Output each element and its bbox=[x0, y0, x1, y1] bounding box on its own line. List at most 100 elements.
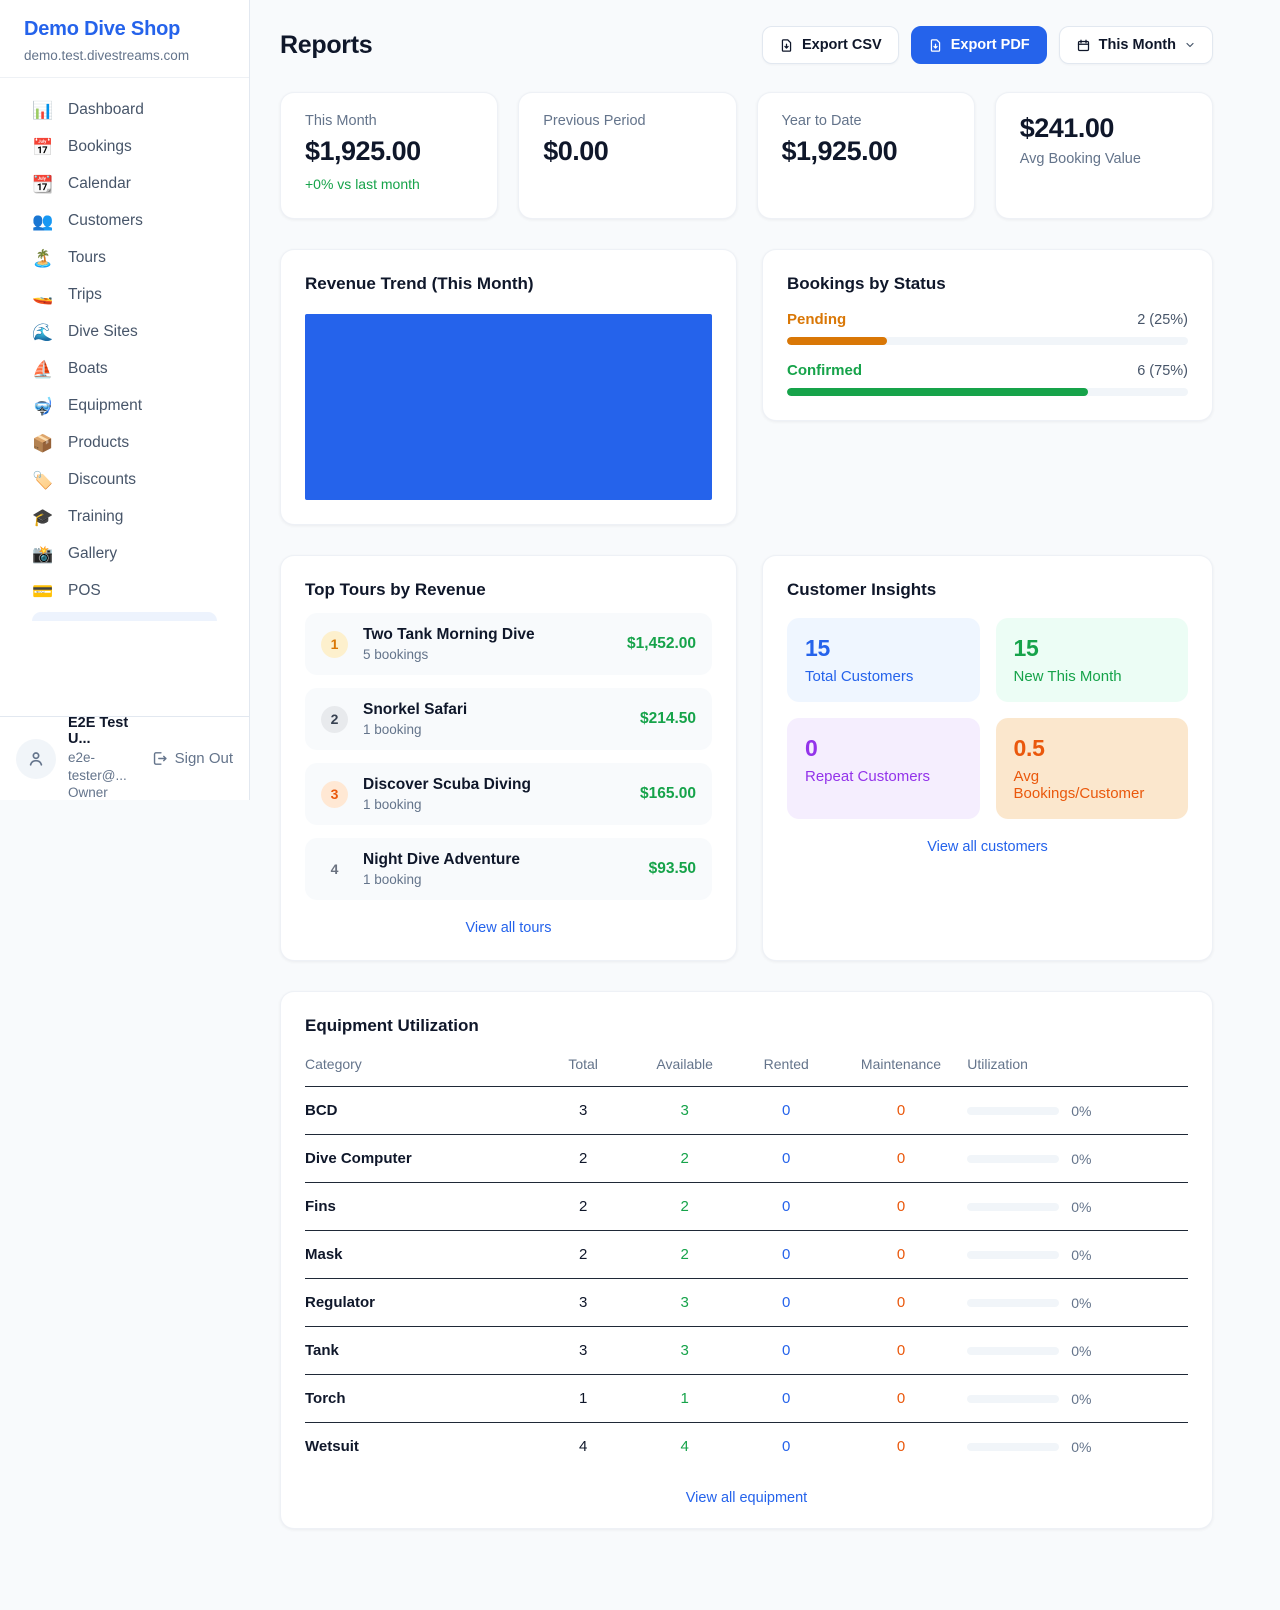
tile-label: New This Month bbox=[1014, 668, 1171, 685]
export-csv-button[interactable]: Export CSV bbox=[762, 26, 899, 64]
table-row: BCD 3 3 0 0 0% bbox=[305, 1087, 1188, 1135]
tour-name: Night Dive Adventure bbox=[363, 851, 520, 869]
equipment-utilization-card: Equipment Utilization Category Total Ava… bbox=[280, 991, 1213, 1529]
tour-amount: $214.50 bbox=[640, 710, 696, 728]
sidebar-item-customers[interactable]: 👥 Customers bbox=[16, 203, 233, 239]
tour-bookings: 1 booking bbox=[363, 872, 520, 887]
sidebar-item-products[interactable]: 📦 Products bbox=[16, 425, 233, 461]
export-csv-label: Export CSV bbox=[802, 37, 882, 53]
tour-row: 3 Discover Scuba Diving 1 booking $165.0… bbox=[305, 763, 712, 825]
sidebar-item-trips[interactable]: 🚤 Trips bbox=[16, 277, 233, 313]
cell-utilization: 0% bbox=[967, 1423, 1188, 1471]
sidebar-item-dashboard[interactable]: 📊 Dashboard bbox=[16, 92, 233, 128]
stat-value: $241.00 bbox=[1020, 113, 1188, 144]
user-panel: E2E Test U... e2e-tester@... Owner Sign … bbox=[0, 716, 249, 800]
customers-icon: 👥 bbox=[32, 213, 54, 230]
tour-amount: $93.50 bbox=[649, 860, 696, 878]
user-role: Owner bbox=[68, 784, 139, 802]
user-name: E2E Test U... bbox=[68, 715, 139, 747]
rank-badge: 2 bbox=[321, 706, 348, 733]
cell-utilization: 0% bbox=[967, 1087, 1188, 1135]
tile-repeat-customers: 0 Repeat Customers bbox=[787, 718, 980, 819]
logout-icon bbox=[151, 750, 168, 767]
table-row: Mask 2 2 0 0 0% bbox=[305, 1231, 1188, 1279]
tour-bookings: 1 booking bbox=[363, 722, 467, 737]
sidebar-item-calendar[interactable]: 📆 Calendar bbox=[16, 166, 233, 202]
table-row: Wetsuit 4 4 0 0 0% bbox=[305, 1423, 1188, 1471]
export-pdf-button[interactable]: Export PDF bbox=[911, 26, 1047, 64]
user-email: e2e-tester@... bbox=[68, 749, 139, 784]
cell-total: 1 bbox=[535, 1375, 632, 1423]
cell-available: 3 bbox=[632, 1279, 738, 1327]
sidebar-item-reports-partial[interactable] bbox=[32, 612, 217, 621]
view-all-customers-link[interactable]: View all customers bbox=[787, 839, 1188, 855]
cell-total: 3 bbox=[535, 1327, 632, 1375]
revenue-trend-chart bbox=[305, 314, 712, 500]
rank-badge: 1 bbox=[321, 631, 348, 658]
tour-name: Discover Scuba Diving bbox=[363, 776, 531, 794]
sidebar-item-label: Customers bbox=[68, 212, 143, 230]
cell-maintenance: 0 bbox=[835, 1375, 967, 1423]
sidebar-item-label: Equipment bbox=[68, 397, 142, 415]
bookings-by-status-title: Bookings by Status bbox=[787, 274, 1188, 294]
insights-row: Top Tours by Revenue 1 Two Tank Morning … bbox=[280, 555, 1213, 961]
person-icon bbox=[26, 749, 46, 769]
sign-out-button[interactable]: Sign Out bbox=[151, 750, 233, 767]
utilization-bar bbox=[967, 1443, 1059, 1451]
credit-card-icon: 💳 bbox=[32, 583, 54, 600]
cell-total: 2 bbox=[535, 1135, 632, 1183]
tour-text: Night Dive Adventure 1 booking bbox=[363, 851, 520, 887]
brand-domain: demo.test.divestreams.com bbox=[24, 48, 225, 63]
tour-bookings: 5 bookings bbox=[363, 647, 535, 662]
sidebar-item-pos[interactable]: 💳 POS bbox=[16, 573, 233, 609]
calendar-icon: 📆 bbox=[32, 176, 54, 193]
sidebar-item-tours[interactable]: 🏝️ Tours bbox=[16, 240, 233, 276]
cell-available: 2 bbox=[632, 1183, 738, 1231]
status-row-header: Confirmed 6 (75%) bbox=[787, 362, 1188, 379]
cell-maintenance: 0 bbox=[835, 1087, 967, 1135]
sidebar-item-discounts[interactable]: 🏷️ Discounts bbox=[16, 462, 233, 498]
utilization-bar bbox=[967, 1299, 1059, 1307]
period-dropdown[interactable]: This Month bbox=[1059, 26, 1213, 64]
export-pdf-label: Export PDF bbox=[951, 37, 1030, 53]
tile-value: 0 bbox=[805, 735, 962, 762]
customer-insights-card: Customer Insights 15 Total Customers 15 … bbox=[762, 555, 1213, 961]
file-download-icon bbox=[928, 38, 943, 53]
column-header-utilization: Utilization bbox=[967, 1046, 1188, 1087]
tile-label: Avg Bookings/Customer bbox=[1014, 768, 1171, 802]
tour-text: Two Tank Morning Dive 5 bookings bbox=[363, 626, 535, 662]
status-label: Confirmed bbox=[787, 362, 862, 379]
table-row: Tank 3 3 0 0 0% bbox=[305, 1327, 1188, 1375]
utilization-bar bbox=[967, 1395, 1059, 1403]
utilization-percent: 0% bbox=[1071, 1199, 1091, 1215]
view-all-tours-link[interactable]: View all tours bbox=[305, 920, 712, 936]
stat-card-this-month: This Month $1,925.00 +0% vs last month bbox=[280, 92, 498, 219]
main-content: Reports Export CSV Export PDF This Month bbox=[250, 0, 1280, 1569]
view-all-equipment-link[interactable]: View all equipment bbox=[305, 1490, 1188, 1506]
cell-total: 2 bbox=[535, 1183, 632, 1231]
stat-value: $0.00 bbox=[543, 136, 711, 167]
cell-category: Wetsuit bbox=[305, 1423, 535, 1471]
sidebar-item-dive-sites[interactable]: 🌊 Dive Sites bbox=[16, 314, 233, 350]
sidebar-item-gallery[interactable]: 📸 Gallery bbox=[16, 536, 233, 572]
sidebar-item-training[interactable]: 🎓 Training bbox=[16, 499, 233, 535]
sidebar-item-equipment[interactable]: 🤿 Equipment bbox=[16, 388, 233, 424]
sidebar-item-label: Discounts bbox=[68, 471, 136, 489]
sidebar-item-bookings[interactable]: 📅 Bookings bbox=[16, 129, 233, 165]
tile-avg-bookings: 0.5 Avg Bookings/Customer bbox=[996, 718, 1189, 819]
user-info: E2E Test U... e2e-tester@... Owner bbox=[68, 715, 139, 802]
utilization-bar bbox=[967, 1107, 1059, 1115]
sidebar-item-label: Tours bbox=[68, 249, 106, 267]
sidebar-item-label: POS bbox=[68, 582, 101, 600]
diving-mask-icon: 🤿 bbox=[32, 398, 54, 415]
chevron-down-icon bbox=[1184, 39, 1196, 51]
status-count: 6 (75%) bbox=[1137, 363, 1188, 379]
tour-text: Snorkel Safari 1 booking bbox=[363, 701, 467, 737]
stat-value: $1,925.00 bbox=[782, 136, 950, 167]
table-row: Torch 1 1 0 0 0% bbox=[305, 1375, 1188, 1423]
cell-total: 3 bbox=[535, 1279, 632, 1327]
cell-rented: 0 bbox=[738, 1231, 835, 1279]
tile-new-this-month: 15 New This Month bbox=[996, 618, 1189, 702]
island-icon: 🏝️ bbox=[32, 250, 54, 267]
sidebar-item-boats[interactable]: ⛵ Boats bbox=[16, 351, 233, 387]
